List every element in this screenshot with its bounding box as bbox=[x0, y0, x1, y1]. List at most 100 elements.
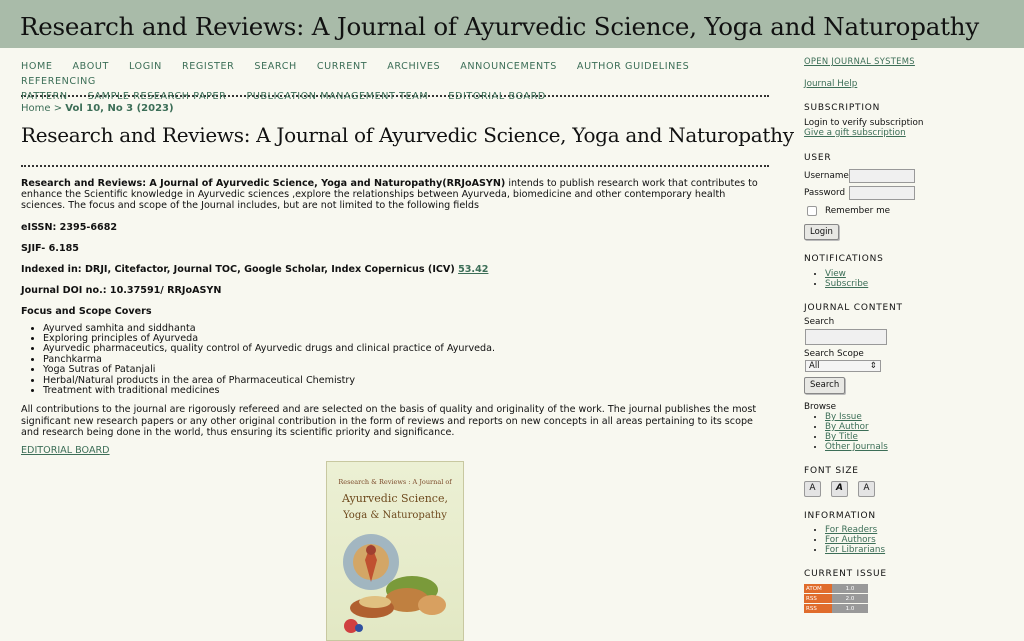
nav-referencing[interactable]: REFERENCING bbox=[21, 74, 96, 89]
journal-description: Research and Reviews: A Journal of Ayurv… bbox=[21, 178, 769, 456]
notifications-view-link[interactable]: View bbox=[825, 269, 1014, 279]
search-button[interactable]: Search bbox=[804, 377, 846, 394]
focus-heading-text: Focus and Scope Covers bbox=[21, 306, 152, 318]
nav-publication-management-team[interactable]: PUBLICATION MANAGEMENT TEAM bbox=[246, 89, 428, 104]
for-readers-link[interactable]: For Readers bbox=[825, 525, 1014, 535]
site-header: Research and Reviews: A Journal of Ayurv… bbox=[0, 0, 1024, 48]
rss2-feed-button[interactable]: RSS 2.0 bbox=[804, 593, 868, 603]
current-issue-heading: CURRENT ISSUE bbox=[804, 569, 887, 579]
feed-type: RSS bbox=[804, 593, 832, 603]
username-row: Username bbox=[804, 169, 1014, 183]
cover-illustration bbox=[343, 534, 446, 633]
browse-by-issue-link[interactable]: By Issue bbox=[825, 412, 1014, 422]
feed-version: 1.0 bbox=[832, 583, 868, 593]
information-block: INFORMATION For Readers For Authors For … bbox=[804, 511, 1014, 556]
remember-me-label: Remember me bbox=[825, 206, 891, 216]
remember-me-row: Remember me bbox=[807, 206, 1014, 217]
browse-list: By Issue By Author By Title Other Journa… bbox=[804, 412, 1014, 452]
cover-line2: Ayurvedic Science, bbox=[342, 492, 448, 505]
font-size-block: FONT SIZE A A A bbox=[804, 466, 1014, 497]
password-label: Password bbox=[804, 187, 846, 198]
sjif: SJIF- 6.185 bbox=[21, 243, 769, 254]
search-scope-value: All bbox=[809, 360, 820, 371]
font-smaller-icon[interactable]: A bbox=[804, 480, 821, 497]
title-area: Home > Vol 10, No 3 (2023) Research and … bbox=[21, 103, 794, 167]
editorial-board-link[interactable]: EDITORIAL BOARD bbox=[21, 445, 110, 456]
breadcrumb-separator: > bbox=[50, 103, 66, 114]
notifications-heading: NOTIFICATIONS bbox=[804, 254, 884, 264]
breadcrumb-current[interactable]: Vol 10, No 3 (2023) bbox=[65, 103, 173, 114]
subscription-block: SUBSCRIPTION Login to verify subscriptio… bbox=[804, 103, 1014, 139]
nav-pattern[interactable]: PATTERN bbox=[21, 89, 68, 104]
journal-cover-image: Research & Reviews : A Journal of Ayurve… bbox=[326, 461, 464, 641]
font-larger-icon[interactable]: A bbox=[858, 480, 875, 497]
select-arrows-icon: ⇕ bbox=[869, 360, 877, 371]
notifications-block: NOTIFICATIONS View Subscribe bbox=[804, 254, 1014, 289]
nav-search[interactable]: SEARCH bbox=[254, 59, 296, 74]
nav-editorial-board[interactable]: EDITORIAL BOARD bbox=[448, 89, 546, 104]
font-default-icon[interactable]: A bbox=[831, 480, 848, 497]
nav-about[interactable]: ABOUT bbox=[73, 59, 109, 74]
for-librarians-link[interactable]: For Librarians bbox=[825, 545, 1014, 555]
search-scope-label: Search Scope bbox=[804, 348, 864, 359]
browse-label: Browse bbox=[804, 401, 837, 412]
atom-feed-button[interactable]: ATOM 1.0 bbox=[804, 583, 868, 593]
for-authors-link[interactable]: For Authors bbox=[825, 535, 1014, 545]
gift-subscription-link[interactable]: Give a gift subscription bbox=[804, 128, 1014, 139]
password-row: Password bbox=[804, 186, 1014, 200]
list-item: Treatment with traditional medicines bbox=[43, 385, 769, 396]
information-list: For Readers For Authors For Librarians bbox=[804, 525, 1014, 555]
user-block: USER Username Password Remember me Login bbox=[804, 152, 1014, 240]
notifications-list: View Subscribe bbox=[804, 269, 1014, 289]
doi-text: Journal DOI no.: 10.37591/ RRJoASYN bbox=[21, 285, 222, 297]
login-button[interactable]: Login bbox=[804, 223, 839, 240]
password-input[interactable] bbox=[849, 186, 915, 200]
username-input[interactable] bbox=[849, 169, 915, 183]
nav-sample-research-paper[interactable]: SAMPLE RESEARCH PAPER bbox=[88, 89, 227, 104]
focus-heading: Focus and Scope Covers bbox=[21, 306, 769, 317]
rss1-feed-button[interactable]: RSS 1.0 bbox=[804, 603, 868, 613]
cover-line3: Yoga & Naturopathy bbox=[343, 510, 447, 521]
nav-announcements[interactable]: ANNOUNCEMENTS bbox=[460, 59, 557, 74]
icv-link[interactable]: 53.42 bbox=[458, 264, 488, 275]
current-issue-block: CURRENT ISSUE ATOM 1.0 RSS 2.0 RSS 1.0 bbox=[804, 569, 1014, 613]
notifications-subscribe-link[interactable]: Subscribe bbox=[825, 279, 1014, 289]
breadcrumb: Home > Vol 10, No 3 (2023) bbox=[21, 103, 769, 114]
subscription-heading: SUBSCRIPTION bbox=[804, 103, 881, 113]
nav-register[interactable]: REGISTER bbox=[182, 59, 234, 74]
browse-by-author-link[interactable]: By Author bbox=[825, 422, 1014, 432]
page-title: Research and Reviews: A Journal of Ayurv… bbox=[21, 123, 794, 147]
focus-list: Ayurved samhita and siddhanta Exploring … bbox=[21, 323, 769, 397]
eissn: eISSN: 2395-6682 bbox=[21, 222, 769, 233]
nav-current[interactable]: CURRENT bbox=[317, 59, 367, 74]
browse-by-title-link[interactable]: By Title bbox=[825, 432, 1014, 442]
cover-line1: Research & Reviews : A Journal of bbox=[338, 478, 452, 486]
sjif-text: SJIF- 6.185 bbox=[21, 242, 79, 254]
nav-login[interactable]: LOGIN bbox=[129, 59, 162, 74]
breadcrumb-home[interactable]: Home bbox=[21, 103, 51, 114]
nav-archives[interactable]: ARCHIVES bbox=[387, 59, 440, 74]
feed-version: 1.0 bbox=[832, 603, 868, 613]
feed-version: 2.0 bbox=[832, 593, 868, 603]
intro-paragraph: Research and Reviews: A Journal of Ayurv… bbox=[21, 178, 769, 212]
journal-doi: Journal DOI no.: 10.37591/ RRJoASYN bbox=[21, 285, 769, 296]
username-label: Username bbox=[804, 170, 849, 181]
closing-paragraph: All contributions to the journal are rig… bbox=[21, 404, 757, 438]
remember-me-checkbox[interactable] bbox=[807, 206, 817, 217]
nav-home[interactable]: HOME bbox=[21, 59, 53, 74]
search-label: Search bbox=[804, 317, 835, 327]
user-heading: USER bbox=[804, 152, 832, 163]
search-input[interactable] bbox=[805, 328, 887, 345]
indexed-text: Indexed in: DRJI, Citefactor, Journal TO… bbox=[21, 264, 459, 276]
open-journal-systems-link[interactable]: OPEN JOURNAL SYSTEMS bbox=[804, 56, 1014, 67]
main-content: HOME ABOUT LOGIN REGISTER SEARCH CURRENT ARCHI… bbox=[21, 48, 794, 641]
eissn-text: eISSN: 2395-6682 bbox=[21, 221, 118, 233]
journal-help-link[interactable]: Journal Help bbox=[804, 79, 1014, 90]
other-journals-link[interactable]: Other Journals bbox=[825, 442, 1014, 452]
nav-author-guidelines[interactable]: AUTHOR GUIDELINES bbox=[577, 59, 689, 74]
search-scope-select[interactable]: All ⇕ bbox=[805, 360, 881, 372]
journal-content-heading: JOURNAL CONTENT bbox=[804, 302, 903, 313]
main-nav: HOME ABOUT LOGIN REGISTER SEARCH CURRENT ARCHI… bbox=[21, 48, 769, 102]
font-size-heading: FONT SIZE bbox=[804, 466, 859, 476]
information-heading: INFORMATION bbox=[804, 510, 876, 521]
